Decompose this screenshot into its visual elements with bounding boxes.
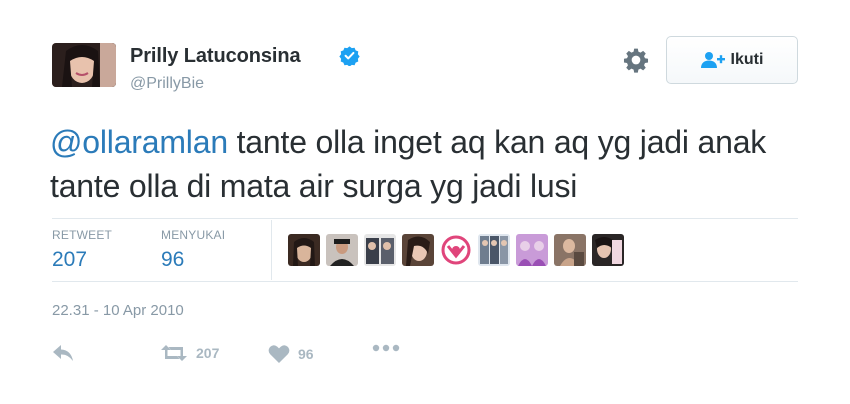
like-stat[interactable]: MENYUKAI 96 — [161, 228, 225, 272]
add-user-icon — [700, 52, 725, 68]
retweet-icon — [161, 345, 187, 361]
liker-avatar[interactable] — [592, 234, 624, 266]
retweet-action-count: 207 — [196, 345, 220, 361]
like-stat-label: MENYUKAI — [161, 228, 226, 242]
liker-avatar[interactable] — [402, 234, 434, 266]
username[interactable]: @PrillyBie — [130, 75, 204, 93]
more-dots-icon — [372, 344, 400, 352]
gear-icon[interactable] — [623, 47, 649, 73]
reply-button[interactable] — [52, 344, 74, 362]
tweet-text: @ollaramlan tante olla inget aq kan aq y… — [50, 120, 810, 208]
liker-avatar[interactable] — [364, 234, 396, 266]
divider — [52, 218, 798, 219]
liker-avatar[interactable] — [516, 234, 548, 266]
liker-avatar[interactable] — [554, 234, 586, 266]
mention-link[interactable]: @ollaramlan — [50, 124, 228, 160]
likers-avatars — [288, 234, 624, 266]
retweet-button[interactable]: 207 — [160, 344, 219, 362]
retweet-count[interactable]: 207 — [52, 248, 112, 272]
profile-avatar[interactable] — [52, 43, 116, 87]
like-count[interactable]: 96 — [161, 248, 225, 272]
retweet-stat[interactable]: RETWEET 207 — [52, 228, 112, 272]
stat-separator — [271, 220, 272, 280]
liker-avatar[interactable] — [478, 234, 510, 266]
heart-icon — [268, 345, 290, 363]
display-name[interactable]: Prilly Latuconsina — [130, 45, 301, 68]
divider — [52, 281, 798, 282]
follow-button[interactable]: Ikuti — [666, 36, 798, 84]
like-button[interactable]: 96 — [268, 344, 314, 364]
reply-icon — [53, 345, 73, 361]
verified-badge-icon — [339, 46, 360, 66]
like-action-count: 96 — [298, 346, 314, 362]
retweet-stat-label: RETWEET — [52, 228, 113, 242]
liker-avatar[interactable] — [326, 234, 358, 266]
tweet-timestamp[interactable]: 22.31 - 10 Apr 2010 — [52, 302, 184, 319]
follow-button-label: Ikuti — [730, 51, 764, 68]
liker-avatar[interactable] — [440, 234, 472, 266]
more-button[interactable] — [372, 344, 400, 352]
liker-avatar[interactable] — [288, 234, 320, 266]
